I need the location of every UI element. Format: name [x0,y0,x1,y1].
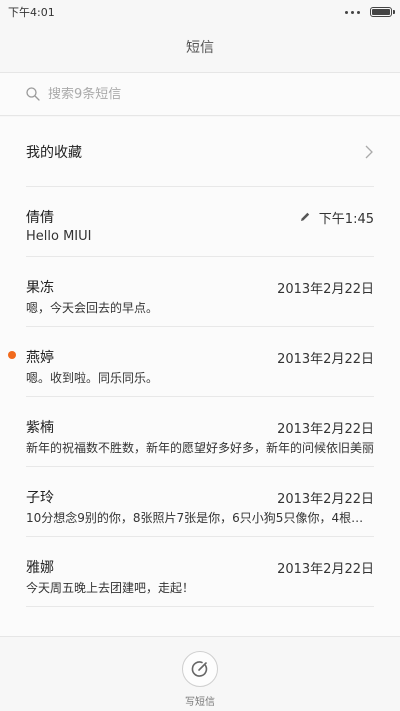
conversation-date: 2013年2月22日 [277,421,374,437]
conversation-row[interactable]: 果冻 2013年2月22日 嗯，今天会回去的早点。 [0,257,400,327]
contact-name: 紫楠 [26,420,54,436]
message-preview: 嗯，今天会回去的早点。 [26,301,159,315]
contact-name: 燕婷 [26,350,54,366]
contact-name: 果冻 [26,280,54,296]
message-preview: 新年的祝福数不胜数，新年的愿望好多好多，新年的问候依旧美丽 [26,441,374,455]
conversation-date: 下午1:45 [318,211,374,227]
conversation-date: 2013年2月22日 [277,351,374,367]
contact-name: 雅娜 [26,560,54,576]
contact-name: 子玲 [26,490,54,506]
status-indicators [345,7,395,17]
conversation-row[interactable]: 倩倩 下午1:45 Hello MIUI [0,187,400,257]
favorites-item[interactable]: 我的收藏 [0,117,400,187]
conversation-date-group: 下午1:45 [299,208,374,227]
conversation-date: 2013年2月22日 [277,491,374,507]
header: 短信 [0,24,400,70]
status-time: 下午4:01 [8,6,55,19]
message-preview: Hello MIUI [26,229,92,244]
message-preview: 今天周五晚上去团建吧，走起！ [26,581,195,595]
page-title: 短信 [186,40,214,56]
message-preview: 嗯。收到啦。同乐同乐。 [26,371,159,385]
more-dots-icon [345,10,360,14]
compose-button[interactable] [182,651,218,687]
unread-dot-icon [8,351,16,359]
conversation-list: 我的收藏 倩倩 下午1:45 Hello MIUI 果冻 2013年2月22日 … [0,117,400,636]
chevron-right-icon [365,145,373,159]
favorites-label: 我的收藏 [26,145,82,161]
battery-icon [370,7,395,17]
compose-label: 写短信 [185,697,215,708]
conversation-row[interactable]: 紫楠 2013年2月22日 新年的祝福数不胜数，新年的愿望好多好多，新年的问候依… [0,397,400,467]
conversation-row[interactable]: 子玲 2013年2月22日 10分想念9别的你，8张照片7张是你，6只小狗5只像… [0,467,400,537]
contact-name: 倩倩 [26,210,54,226]
conversation-row[interactable]: 燕婷 2013年2月22日 嗯。收到啦。同乐同乐。 [0,327,400,397]
conversation-date: 2013年2月22日 [277,561,374,577]
message-preview: 10分想念9别的你，8张照片7张是你，6只小狗5只像你，4根骨头 [26,511,374,525]
search-input[interactable] [48,86,348,102]
search-icon [26,87,40,101]
conversation-row[interactable]: 雅娜 2013年2月22日 今天周五晚上去团建吧，走起！ [0,537,400,607]
pencil-icon [300,212,309,221]
status-bar: 下午4:01 [0,0,400,24]
compose-icon [191,661,208,677]
bottom-bar: 写短信 [0,636,400,711]
conversation-date: 2013年2月22日 [277,281,374,297]
search-bar[interactable] [0,72,400,116]
